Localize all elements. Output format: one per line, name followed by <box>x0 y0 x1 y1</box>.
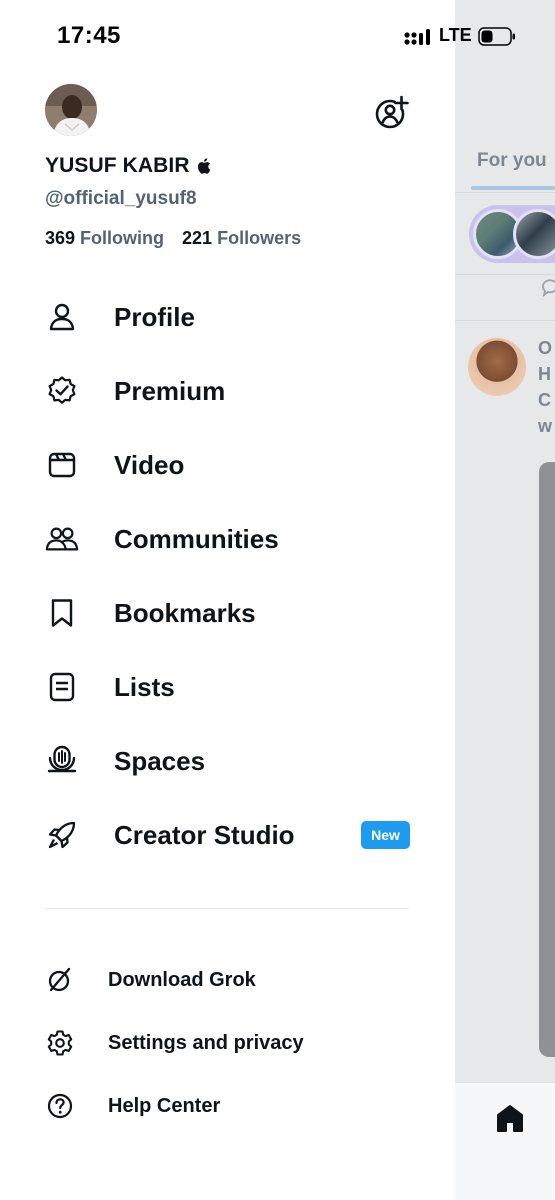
communities-icon <box>45 522 79 556</box>
nav-item-spaces[interactable]: Spaces <box>45 739 415 783</box>
nav-item-bookmarks[interactable]: Bookmarks <box>45 591 415 635</box>
battery-icon <box>478 27 515 46</box>
following-count: 369 <box>45 228 76 248</box>
space-thumbnail <box>513 209 555 259</box>
feed-divider <box>455 274 555 275</box>
user-handle: @official_yusuf8 <box>45 188 197 209</box>
add-account-button[interactable] <box>374 94 410 130</box>
list-icon <box>45 670 79 704</box>
network-type: LTE <box>439 25 472 45</box>
person-icon <box>45 300 79 334</box>
post-author-avatar[interactable] <box>468 338 526 396</box>
nav-item-label: Profile <box>114 301 195 332</box>
menu-item-download-grok[interactable]: Download Grok <box>45 962 415 998</box>
nav-item-premium[interactable]: Premium <box>45 369 415 413</box>
status-bar: 17:45 LTE <box>0 0 555 72</box>
add-account-icon <box>375 95 409 129</box>
rocket-icon <box>45 818 79 852</box>
status-time: 17:45 <box>57 22 121 49</box>
apple-icon <box>197 158 210 174</box>
drawer-divider <box>45 908 409 909</box>
nav-item-profile[interactable]: Profile <box>45 295 415 339</box>
verified-badge-icon <box>45 374 79 408</box>
signal-icon <box>404 29 430 45</box>
nav-item-label: Creator Studio <box>114 819 295 850</box>
gear-icon <box>45 1028 75 1058</box>
reply-icon[interactable] <box>539 276 555 298</box>
spaces-icon <box>45 744 79 778</box>
nav-item-label: Communities <box>114 523 279 554</box>
following-label: Following <box>80 228 165 248</box>
live-spaces-pill[interactable] <box>469 205 555 263</box>
nav-item-label: Video <box>114 449 185 480</box>
new-badge: New <box>361 821 410 849</box>
video-icon <box>45 448 79 482</box>
avatar[interactable] <box>45 84 97 136</box>
followers-count: 221 <box>182 228 213 248</box>
nav-item-creator-studio[interactable]: Creator Studio New <box>45 813 415 857</box>
feed-divider <box>455 192 555 193</box>
nav-item-label: Bookmarks <box>114 597 256 628</box>
menu-item-settings[interactable]: Settings and privacy <box>45 1025 415 1061</box>
menu-item-label: Help Center <box>108 1094 221 1117</box>
tab-active-indicator <box>471 186 555 190</box>
tab-for-you[interactable]: For you <box>477 150 547 172</box>
feed-scrollbar[interactable] <box>539 462 555 1057</box>
nav-item-label: Lists <box>114 671 175 702</box>
feed-divider <box>455 320 555 321</box>
display-name: YUSUF KABIR <box>45 154 190 177</box>
menu-item-label: Download Grok <box>108 968 256 991</box>
following-link[interactable]: 369 Following <box>45 228 164 249</box>
nav-item-label: Premium <box>114 375 226 406</box>
side-drawer: YUSUF KABIR @official_yusuf8 369 Followi… <box>0 0 455 1200</box>
home-icon[interactable] <box>494 1103 526 1135</box>
bookmark-icon <box>45 596 79 630</box>
nav-item-communities[interactable]: Communities <box>45 517 415 561</box>
home-feed-background: For you O H C w <box>455 0 555 1200</box>
help-icon <box>45 1091 75 1121</box>
menu-item-help-center[interactable]: Help Center <box>45 1088 415 1124</box>
grok-icon <box>45 965 75 995</box>
menu-item-label: Settings and privacy <box>108 1031 304 1054</box>
nav-item-video[interactable]: Video <box>45 443 415 487</box>
bottom-tab-bar <box>455 1082 555 1200</box>
nav-item-label: Spaces <box>114 745 206 776</box>
followers-label: Followers <box>217 228 302 248</box>
display-name-row[interactable]: YUSUF KABIR <box>45 154 211 178</box>
avatar-photo <box>45 84 97 136</box>
post-text-fragment: O H C w <box>538 338 553 436</box>
follow-stats: 369 Following 221 Followers <box>45 228 301 249</box>
followers-link[interactable]: 221 Followers <box>182 228 301 249</box>
nav-item-lists[interactable]: Lists <box>45 665 415 709</box>
